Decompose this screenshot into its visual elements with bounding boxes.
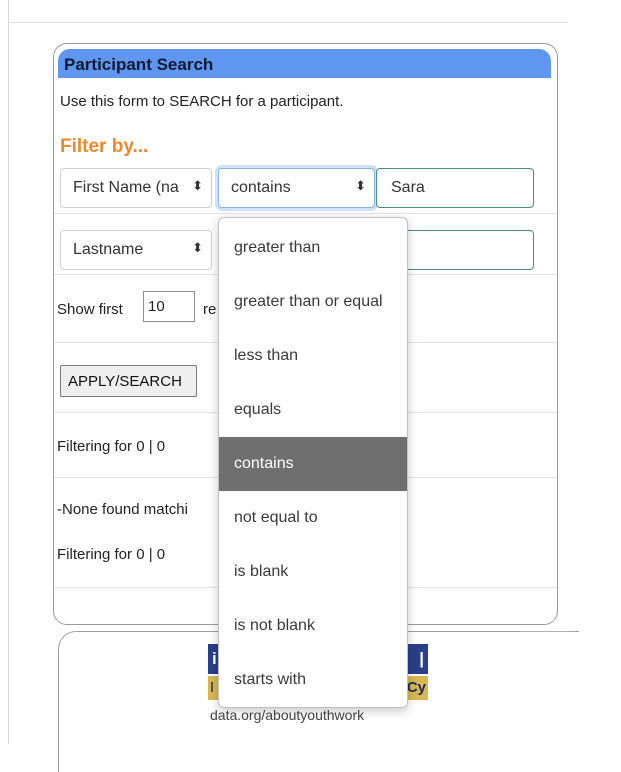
field-select-2-value: Lastname bbox=[73, 241, 144, 258]
none-found-message: -None found matchi bbox=[57, 501, 188, 518]
field-select-1-value: First Name (na bbox=[73, 179, 179, 196]
dropdown-option[interactable]: is not blank bbox=[219, 599, 407, 653]
intro-text: Use this form to SEARCH for a participan… bbox=[60, 93, 344, 110]
dropdown-option[interactable]: greater than or equal bbox=[219, 275, 407, 329]
dropdown-option[interactable]: greater than bbox=[219, 221, 407, 275]
show-first-input[interactable]: 10 bbox=[143, 291, 195, 322]
dropdown-option[interactable]: less than bbox=[219, 329, 407, 383]
value-input-1[interactable]: Sara bbox=[376, 168, 534, 208]
footer-banner-fragment-right: | bbox=[419, 649, 424, 668]
apply-search-button[interactable]: APPLY/SEARCH bbox=[60, 365, 197, 397]
row-divider bbox=[54, 213, 557, 214]
field-select-1[interactable]: First Name (na ⬍ bbox=[60, 168, 212, 208]
footer-strip-fragment-left: I bbox=[210, 679, 215, 696]
show-first-suffix: re bbox=[203, 301, 217, 318]
value-input-1-text: Sara bbox=[391, 179, 425, 196]
dropdown-option[interactable]: is blank bbox=[219, 545, 407, 599]
window-left-border bbox=[8, 0, 9, 744]
footer-banner-fragment-left: i bbox=[212, 649, 217, 668]
dropdown-option[interactable]: not equal to bbox=[219, 491, 407, 545]
filter-by-heading: Filter by... bbox=[60, 136, 149, 157]
apply-search-label: APPLY/SEARCH bbox=[68, 373, 182, 390]
dropdown-option[interactable]: starts with bbox=[219, 653, 407, 707]
show-first-label: Show first bbox=[57, 301, 123, 318]
footer-strip-fragment-right: Cy bbox=[406, 679, 426, 696]
top-divider bbox=[8, 22, 568, 23]
lower-panel-divider bbox=[520, 631, 570, 632]
show-first-value: 10 bbox=[148, 298, 165, 315]
footer-link[interactable]: data.org/aboutyouthwork bbox=[210, 707, 364, 723]
dropdown-option-selected[interactable]: contains bbox=[219, 437, 407, 491]
panel-title: Participant Search bbox=[64, 55, 214, 74]
operator-select-1[interactable]: contains ⬍ bbox=[218, 168, 375, 208]
operator-select-1-value: contains bbox=[231, 179, 291, 196]
field-select-2[interactable]: Lastname ⬍ bbox=[60, 230, 212, 270]
operator-dropdown-list: greater than greater than or equal less … bbox=[218, 217, 408, 708]
updown-caret-icon: ⬍ bbox=[192, 178, 203, 193]
filtering-status-2: Filtering for 0 | 0 bbox=[57, 546, 166, 563]
dropdown-option[interactable]: equals bbox=[219, 383, 407, 437]
updown-caret-icon: ⬍ bbox=[355, 178, 366, 193]
filtering-status-1: Filtering for 0 | 0 bbox=[57, 438, 166, 455]
updown-caret-icon: ⬍ bbox=[192, 240, 203, 255]
panel-header: Participant Search bbox=[58, 49, 551, 78]
